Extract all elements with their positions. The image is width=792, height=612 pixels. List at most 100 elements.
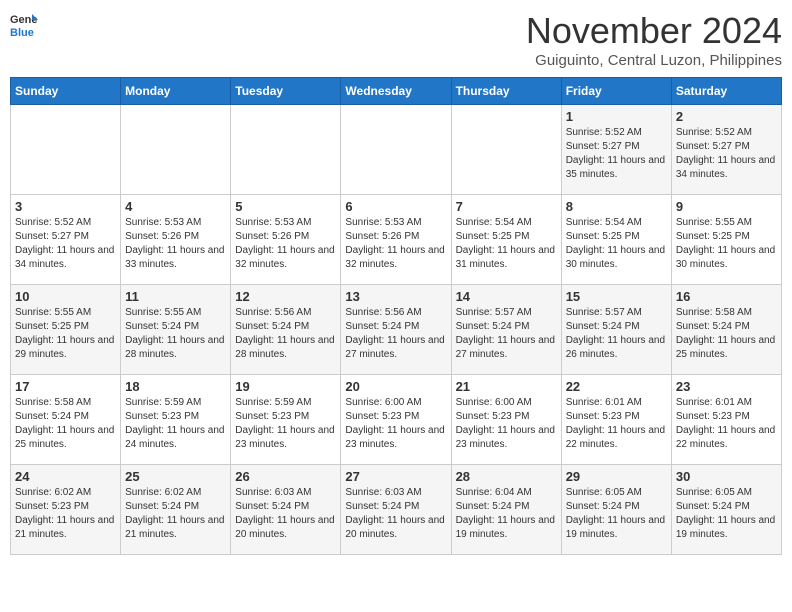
day-header-monday: Monday bbox=[121, 78, 231, 105]
day-info: Sunrise: 6:04 AMSunset: 5:24 PMDaylight:… bbox=[456, 486, 557, 542]
day-header-saturday: Saturday bbox=[671, 78, 781, 105]
day-number: 20 bbox=[345, 379, 446, 394]
day-number: 18 bbox=[125, 379, 226, 394]
day-info: Sunrise: 6:00 AMSunset: 5:23 PMDaylight:… bbox=[456, 396, 557, 452]
week-row-1: 1Sunrise: 5:52 AMSunset: 5:27 PMDaylight… bbox=[11, 105, 782, 195]
title-block: November 2024 Guiguinto, Central Luzon, … bbox=[526, 10, 782, 69]
day-info: Sunrise: 5:57 AMSunset: 5:24 PMDaylight:… bbox=[456, 306, 557, 362]
day-number: 22 bbox=[566, 379, 667, 394]
day-header-sunday: Sunday bbox=[11, 78, 121, 105]
day-number: 27 bbox=[345, 469, 446, 484]
day-cell: 3Sunrise: 5:52 AMSunset: 5:27 PMDaylight… bbox=[11, 195, 121, 285]
day-number: 17 bbox=[15, 379, 116, 394]
day-number: 25 bbox=[125, 469, 226, 484]
day-number: 24 bbox=[15, 469, 116, 484]
day-cell: 25 Sunrise: 6:02 AMSunset: 5:24 PMDayligh… bbox=[121, 465, 231, 555]
day-cell: 23 Sunrise: 6:01 AMSunset: 5:23 PMDayligh… bbox=[671, 375, 781, 465]
day-cell: 10Sunrise: 5:55 AMSunset: 5:25 PMDayligh… bbox=[11, 285, 121, 375]
calendar-table: SundayMondayTuesdayWednesdayThursdayFrid… bbox=[10, 77, 782, 555]
day-header-friday: Friday bbox=[561, 78, 671, 105]
day-number: 4 bbox=[125, 199, 226, 214]
day-info: Sunrise: 6:02 AMSunset: 5:23 PMDaylight:… bbox=[15, 486, 116, 542]
day-info: Sunrise: 5:53 AMSunset: 5:26 PMDaylight:… bbox=[345, 216, 446, 272]
day-number: 9 bbox=[676, 199, 777, 214]
day-number: 29 bbox=[566, 469, 667, 484]
week-row-3: 10Sunrise: 5:55 AMSunset: 5:25 PMDayligh… bbox=[11, 285, 782, 375]
day-number: 14 bbox=[456, 289, 557, 304]
day-number: 10 bbox=[15, 289, 116, 304]
day-cell: 12Sunrise: 5:56 AMSunset: 5:24 PMDayligh… bbox=[231, 285, 341, 375]
day-number: 3 bbox=[15, 199, 116, 214]
day-info: Sunrise: 5:52 AMSunset: 5:27 PMDaylight:… bbox=[566, 126, 667, 182]
day-cell bbox=[451, 105, 561, 195]
day-number: 23 bbox=[676, 379, 777, 394]
day-number: 7 bbox=[456, 199, 557, 214]
day-header-tuesday: Tuesday bbox=[231, 78, 341, 105]
day-cell bbox=[231, 105, 341, 195]
week-row-4: 17 Sunrise: 5:58 AMSunset: 5:24 PMDayligh… bbox=[11, 375, 782, 465]
day-info: Sunrise: 6:03 AMSunset: 5:24 PMDaylight:… bbox=[345, 486, 446, 542]
day-cell: 27 Sunrise: 6:03 AMSunset: 5:24 PMDayligh… bbox=[341, 465, 451, 555]
logo: General Blue bbox=[10, 10, 38, 38]
day-cell: 24 Sunrise: 6:02 AMSunset: 5:23 PMDayligh… bbox=[11, 465, 121, 555]
day-info: Sunrise: 5:52 AMSunset: 5:27 PMDaylight:… bbox=[676, 126, 777, 182]
day-cell: 6 Sunrise: 5:53 AMSunset: 5:26 PMDaylight… bbox=[341, 195, 451, 285]
day-cell bbox=[121, 105, 231, 195]
day-number: 15 bbox=[566, 289, 667, 304]
day-info: Sunrise: 5:54 AMSunset: 5:25 PMDaylight:… bbox=[456, 216, 557, 272]
day-cell bbox=[11, 105, 121, 195]
day-info: Sunrise: 6:03 AMSunset: 5:24 PMDaylight:… bbox=[235, 486, 336, 542]
day-info: Sunrise: 6:05 AMSunset: 5:24 PMDaylight:… bbox=[676, 486, 777, 542]
day-info: Sunrise: 5:53 AMSunset: 5:26 PMDaylight:… bbox=[125, 216, 226, 272]
day-info: Sunrise: 6:05 AMSunset: 5:24 PMDaylight:… bbox=[566, 486, 667, 542]
day-cell: 1Sunrise: 5:52 AMSunset: 5:27 PMDaylight… bbox=[561, 105, 671, 195]
day-cell: 11 Sunrise: 5:55 AMSunset: 5:24 PMDayligh… bbox=[121, 285, 231, 375]
day-info: Sunrise: 5:58 AMSunset: 5:24 PMDaylight:… bbox=[676, 306, 777, 362]
day-cell: 16 Sunrise: 5:58 AMSunset: 5:24 PMDayligh… bbox=[671, 285, 781, 375]
day-info: Sunrise: 6:00 AMSunset: 5:23 PMDaylight:… bbox=[345, 396, 446, 452]
day-cell: 2Sunrise: 5:52 AMSunset: 5:27 PMDaylight… bbox=[671, 105, 781, 195]
day-cell: 15 Sunrise: 5:57 AMSunset: 5:24 PMDayligh… bbox=[561, 285, 671, 375]
day-number: 21 bbox=[456, 379, 557, 394]
day-cell: 4 Sunrise: 5:53 AMSunset: 5:26 PMDaylight… bbox=[121, 195, 231, 285]
location-title: Guiguinto, Central Luzon, Philippines bbox=[526, 52, 782, 69]
day-cell: 26 Sunrise: 6:03 AMSunset: 5:24 PMDayligh… bbox=[231, 465, 341, 555]
day-info: Sunrise: 5:55 AMSunset: 5:24 PMDaylight:… bbox=[125, 306, 226, 362]
day-number: 8 bbox=[566, 199, 667, 214]
day-cell: 30 Sunrise: 6:05 AMSunset: 5:24 PMDayligh… bbox=[671, 465, 781, 555]
day-cell: 14 Sunrise: 5:57 AMSunset: 5:24 PMDayligh… bbox=[451, 285, 561, 375]
page-header: General Blue November 2024 Guiguinto, Ce… bbox=[10, 10, 782, 69]
day-cell: 21 Sunrise: 6:00 AMSunset: 5:23 PMDayligh… bbox=[451, 375, 561, 465]
day-info: Sunrise: 5:57 AMSunset: 5:24 PMDaylight:… bbox=[566, 306, 667, 362]
svg-text:Blue: Blue bbox=[10, 27, 34, 38]
day-info: Sunrise: 5:58 AMSunset: 5:24 PMDaylight:… bbox=[15, 396, 116, 452]
day-cell: 29 Sunrise: 6:05 AMSunset: 5:24 PMDayligh… bbox=[561, 465, 671, 555]
day-cell: 9 Sunrise: 5:55 AMSunset: 5:25 PMDaylight… bbox=[671, 195, 781, 285]
day-info: Sunrise: 5:56 AMSunset: 5:24 PMDaylight:… bbox=[345, 306, 446, 362]
day-cell: 28 Sunrise: 6:04 AMSunset: 5:24 PMDayligh… bbox=[451, 465, 561, 555]
day-cell: 20 Sunrise: 6:00 AMSunset: 5:23 PMDayligh… bbox=[341, 375, 451, 465]
day-info: Sunrise: 6:02 AMSunset: 5:24 PMDaylight:… bbox=[125, 486, 226, 542]
day-number: 5 bbox=[235, 199, 336, 214]
day-cell: 7 Sunrise: 5:54 AMSunset: 5:25 PMDaylight… bbox=[451, 195, 561, 285]
day-number: 26 bbox=[235, 469, 336, 484]
day-cell: 17 Sunrise: 5:58 AMSunset: 5:24 PMDayligh… bbox=[11, 375, 121, 465]
day-header-thursday: Thursday bbox=[451, 78, 561, 105]
day-info: Sunrise: 6:01 AMSunset: 5:23 PMDaylight:… bbox=[676, 396, 777, 452]
logo-icon: General Blue bbox=[10, 10, 38, 38]
calendar-header-row: SundayMondayTuesdayWednesdayThursdayFrid… bbox=[11, 78, 782, 105]
day-number: 30 bbox=[676, 469, 777, 484]
day-number: 12 bbox=[235, 289, 336, 304]
day-number: 16 bbox=[676, 289, 777, 304]
day-number: 28 bbox=[456, 469, 557, 484]
day-number: 13 bbox=[345, 289, 446, 304]
week-row-2: 3Sunrise: 5:52 AMSunset: 5:27 PMDaylight… bbox=[11, 195, 782, 285]
day-number: 6 bbox=[345, 199, 446, 214]
day-info: Sunrise: 5:59 AMSunset: 5:23 PMDaylight:… bbox=[125, 396, 226, 452]
day-info: Sunrise: 5:55 AMSunset: 5:25 PMDaylight:… bbox=[676, 216, 777, 272]
day-cell bbox=[341, 105, 451, 195]
day-cell: 8Sunrise: 5:54 AMSunset: 5:25 PMDaylight… bbox=[561, 195, 671, 285]
day-number: 11 bbox=[125, 289, 226, 304]
day-cell: 22Sunrise: 6:01 AMSunset: 5:23 PMDayligh… bbox=[561, 375, 671, 465]
day-cell: 5Sunrise: 5:53 AMSunset: 5:26 PMDaylight… bbox=[231, 195, 341, 285]
